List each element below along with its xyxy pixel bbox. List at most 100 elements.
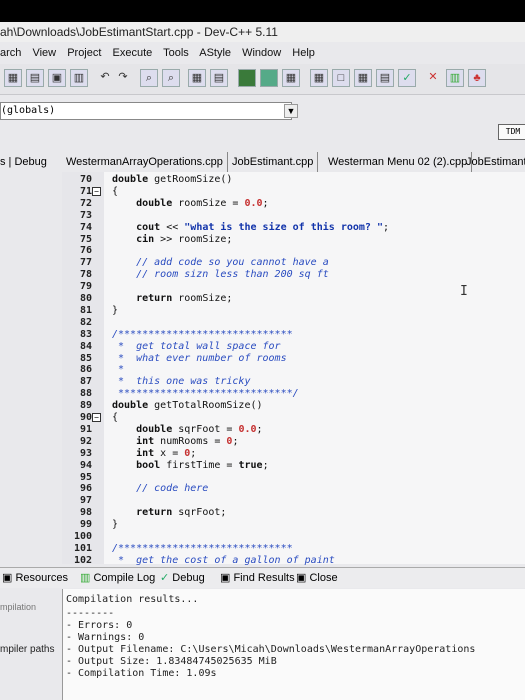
code-line[interactable]: 96 // code here — [62, 483, 525, 495]
code-line[interactable]: 82 — [62, 317, 525, 329]
open-icon[interactable]: ▤ — [26, 69, 44, 87]
menu-execute[interactable]: Execute — [113, 47, 153, 59]
code-line[interactable]: 90− { — [62, 412, 525, 424]
menu-tools[interactable]: Tools — [163, 47, 189, 59]
check-icon[interactable]: ✓ — [398, 69, 416, 87]
tab-westerman-menu[interactable]: Westerman Menu 02 (2).cpp — [328, 152, 473, 172]
code-line[interactable]: 98 return sqrFoot; — [62, 507, 525, 519]
code-line[interactable]: 89 double getTotalRoomSize() — [62, 400, 525, 412]
tab-find-results[interactable]: ▣ Find Results — [220, 568, 295, 588]
print-icon[interactable]: ▥ — [70, 69, 88, 87]
code-line[interactable]: 101 /***************************** — [62, 543, 525, 555]
grid-icon[interactable]: ▦ — [310, 69, 328, 87]
tab-job-estimant-start[interactable]: JobEstimantStart.c — [466, 152, 525, 172]
code-text: return sqrFoot; — [136, 507, 227, 519]
tab-debug[interactable]: s | Debug — [0, 152, 47, 172]
code-line[interactable]: 93 int x = 0; — [62, 448, 525, 460]
code-line[interactable]: 92 int numRooms = 0; — [62, 436, 525, 448]
line-number: 95 — [79, 471, 92, 483]
menu-window[interactable]: Window — [242, 47, 281, 59]
chevron-down-icon[interactable]: ▼ — [284, 104, 298, 118]
compiler-selector[interactable]: TDM — [498, 124, 525, 140]
line-number: 91 — [79, 423, 92, 435]
code-text: { — [112, 185, 119, 197]
undo-icon[interactable]: ↶ — [96, 69, 114, 87]
code-line[interactable]: 78 // room sizn less than 200 sq ft — [62, 269, 525, 281]
menu-search[interactable]: arch — [0, 47, 21, 59]
tab-debug-bottom[interactable]: ✓ Debug — [160, 568, 205, 588]
replace-icon[interactable]: ⌕ — [162, 69, 180, 87]
code-line[interactable]: 94 bool firstTime = true; — [62, 460, 525, 472]
log-line: Compilation results... — [66, 594, 199, 605]
tab-resources[interactable]: ▣ Resources — [2, 568, 68, 588]
tile-icon[interactable]: ▦ — [354, 69, 372, 87]
menu-project[interactable]: Project — [67, 47, 101, 59]
code-line[interactable]: 84 * get total wall space for — [62, 341, 525, 353]
save-icon[interactable]: ▣ — [48, 69, 66, 87]
title-bar: ah\Downloads\JobEstimantStart.cpp - Dev-… — [0, 22, 525, 42]
code-line[interactable]: 91 double sqrFoot = 0.0; — [62, 424, 525, 436]
fold-toggle-icon[interactable]: − — [92, 186, 101, 196]
code-line[interactable]: 73 — [62, 210, 525, 222]
code-text: double getRoomSize() — [112, 174, 233, 185]
code-line[interactable]: 95 — [62, 472, 525, 484]
code-line[interactable]: 70 double getRoomSize() — [62, 174, 525, 186]
fold-toggle-icon[interactable]: − — [92, 413, 101, 422]
layout-icon[interactable]: ▤ — [376, 69, 394, 87]
code-line[interactable]: 75 cin >> roomSize; — [62, 234, 525, 246]
menu-view[interactable]: View — [32, 47, 56, 59]
bookmark-icon[interactable]: ▤ — [210, 69, 228, 87]
side-compilation-label: mpilation — [0, 602, 37, 612]
line-number: 90 — [79, 412, 92, 423]
code-line[interactable]: 72 double roomSize = 0.0; — [62, 198, 525, 210]
chart-icon: ▥ — [80, 572, 91, 584]
tab-job-estimant[interactable]: JobEstimant.cpp — [232, 152, 319, 172]
line-number: 74 — [79, 221, 92, 233]
code-line[interactable]: 80 return roomSize; — [62, 293, 525, 305]
tdm-label: TDM — [505, 127, 521, 136]
window-icon[interactable]: □ — [332, 69, 350, 87]
line-number: 99 — [79, 519, 92, 531]
line-number: 73 — [79, 209, 92, 221]
chart-icon[interactable]: ▥ — [446, 69, 464, 87]
tab-westerman-array-operations[interactable]: WestermanArrayOperations.cpp — [66, 152, 228, 172]
line-number: 85 — [79, 352, 92, 364]
profile-icon[interactable]: ♣ — [468, 69, 486, 87]
code-line[interactable]: 76 — [62, 245, 525, 257]
line-number: 79 — [79, 281, 92, 293]
run-icon[interactable] — [260, 69, 278, 87]
code-line[interactable]: 83 /***************************** — [62, 329, 525, 341]
compile-icon[interactable] — [238, 69, 256, 87]
menu-help[interactable]: Help — [292, 47, 315, 59]
code-line[interactable]: 100 — [62, 531, 525, 543]
code-text: cin >> roomSize; — [136, 233, 233, 245]
scope-selector[interactable]: (globals) — [0, 102, 292, 120]
close-button[interactable]: ▣ Close — [296, 568, 338, 588]
code-line[interactable]: 77 // add code so you cannot have a — [62, 257, 525, 269]
code-text: } — [112, 304, 119, 316]
compile-run-icon[interactable]: ▦ — [282, 69, 300, 87]
line-number: 86 — [79, 364, 92, 376]
code-line[interactable]: 81} — [62, 305, 525, 317]
tab-compile-log[interactable]: ▥ Compile Log — [80, 568, 155, 588]
code-line[interactable]: 71− { — [62, 186, 525, 198]
line-number: 101 — [73, 542, 92, 554]
side-compiler-paths-label: mpiler paths — [0, 644, 55, 655]
code-line[interactable]: 79 — [62, 281, 525, 293]
code-line[interactable]: 86 * — [62, 364, 525, 376]
code-line[interactable]: 85 * what ever number of rooms — [62, 353, 525, 365]
code-line[interactable]: 74 cout << "what is the size of this roo… — [62, 222, 525, 234]
redo-icon[interactable]: ↷ — [114, 69, 132, 87]
find-icon[interactable]: ⌕ — [140, 69, 158, 87]
code-line[interactable]: 87 * this one was tricky — [62, 376, 525, 388]
code-text: return roomSize; — [136, 293, 233, 304]
code-line[interactable]: 88 *****************************/ — [62, 388, 525, 400]
stop-icon[interactable]: ✕ — [424, 69, 442, 87]
line-number: 82 — [79, 316, 92, 328]
new-file-icon[interactable]: ▦ — [4, 69, 22, 87]
code-line[interactable]: 102 * get the cost of a gallon of paint — [62, 555, 525, 567]
goto-icon[interactable]: ▦ — [188, 69, 206, 87]
code-line[interactable]: 97 — [62, 495, 525, 507]
menu-astyle[interactable]: AStyle — [199, 47, 231, 59]
code-line[interactable]: 99} — [62, 519, 525, 531]
